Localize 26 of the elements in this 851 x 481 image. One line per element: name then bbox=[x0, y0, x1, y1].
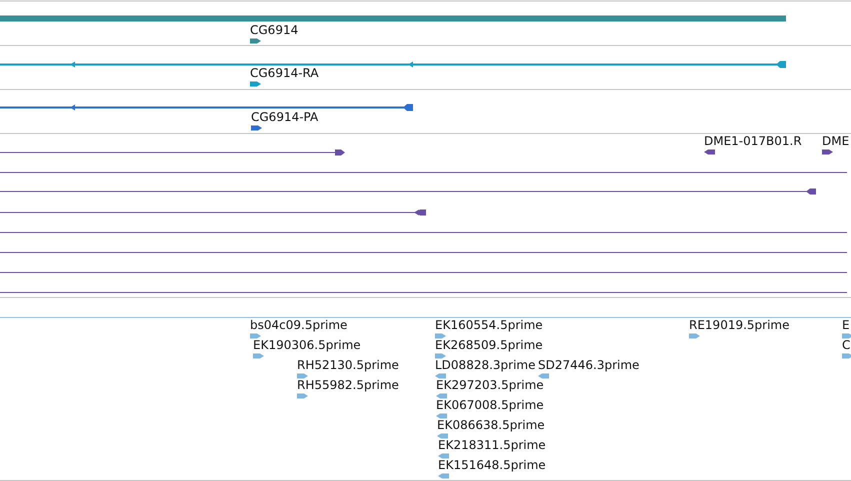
feature-label: DME bbox=[822, 134, 850, 148]
feature-glyph[interactable] bbox=[251, 126, 262, 130]
feature-label: CG6914 bbox=[250, 23, 298, 37]
feature-label: EK160554.5prime bbox=[435, 318, 543, 332]
feature-glyph[interactable] bbox=[704, 150, 715, 154]
feature-label: EK086638.5prime bbox=[437, 418, 545, 432]
feature-label: EK151648.5prime bbox=[438, 458, 546, 472]
feature-label: RH52130.5prime bbox=[297, 358, 399, 372]
feature-glyph[interactable] bbox=[250, 38, 261, 44]
feature-label: DME1-017B01.R bbox=[704, 134, 802, 148]
feature-label: EK218311.5prime bbox=[438, 438, 546, 452]
feature-label: SD27446.3prime bbox=[538, 358, 640, 372]
feature-label: bs04c09.5prime bbox=[250, 318, 348, 332]
feature-label: E bbox=[842, 318, 850, 332]
feature-label: EK067008.5prime bbox=[436, 398, 544, 412]
feature-label: RH55982.5prime bbox=[297, 378, 399, 392]
feature-label: EK297203.5prime bbox=[436, 378, 544, 392]
feature-glyph[interactable] bbox=[250, 82, 261, 86]
feature-label: EK268509.5prime bbox=[435, 338, 543, 352]
feature-label: CG6914-RA bbox=[250, 66, 319, 80]
feature-label: RE19019.5prime bbox=[689, 318, 790, 332]
feature-glyph[interactable] bbox=[822, 150, 833, 154]
feature-label: LD08828.3prime bbox=[435, 358, 536, 372]
feature-label: EK190306.5prime bbox=[253, 338, 361, 352]
feature-label: CG6914-PA bbox=[251, 110, 318, 124]
feature-label: C bbox=[842, 338, 850, 352]
